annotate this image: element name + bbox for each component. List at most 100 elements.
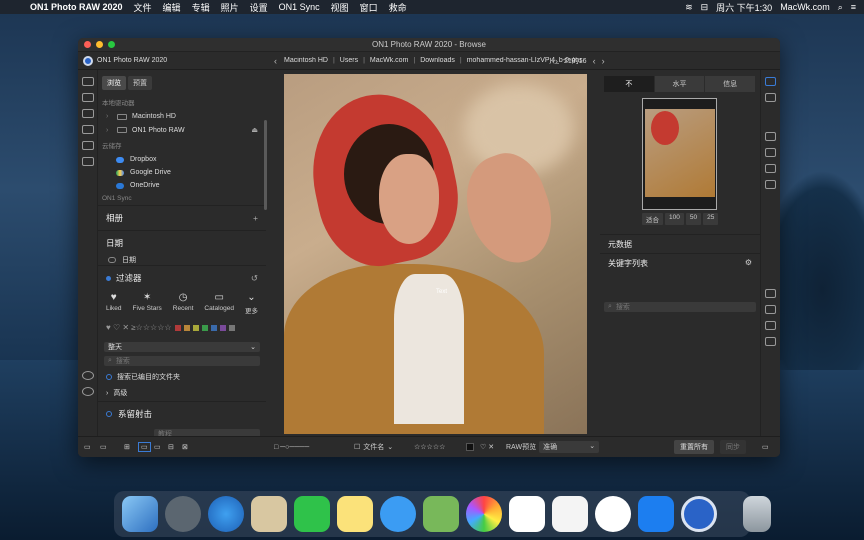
photos-icon[interactable] <box>466 496 502 532</box>
list-icon[interactable]: ≡ <box>851 2 856 12</box>
menu-sync[interactable]: ON1 Sync <box>279 2 320 12</box>
filter-liked[interactable]: ♥ Liked <box>106 292 122 315</box>
keyword-search[interactable]: ⌕ 搜索 <box>604 302 756 312</box>
layers-icon[interactable] <box>81 157 94 166</box>
filters-section[interactable]: 过滤器 ↺ <box>98 265 266 290</box>
thumbnail-size-slider[interactable]: □ ─○──── <box>274 444 309 451</box>
back-arrow-icon[interactable]: ‹ <box>274 56 277 66</box>
drive-macintosh[interactable]: › Macintosh HD <box>98 110 266 123</box>
metadata-section[interactable]: 元数据 <box>600 234 760 254</box>
raw-preview[interactable]: RAW预览 准确 ⌄ <box>506 441 600 453</box>
prev-image-icon[interactable]: ‹› <box>552 56 558 66</box>
radio-icon[interactable] <box>106 374 112 380</box>
close-button[interactable] <box>84 41 91 48</box>
messages-icon[interactable] <box>380 496 416 532</box>
catalog-option[interactable]: 搜索已编目的文件夹 <box>98 369 266 385</box>
export-icon[interactable] <box>765 289 776 298</box>
label-blue[interactable] <box>210 324 217 331</box>
eject-icon[interactable]: ⏏ <box>251 126 258 134</box>
cloud-dropbox[interactable]: Dropbox <box>98 153 266 166</box>
advanced-toggle[interactable]: › 高级 <box>98 385 266 401</box>
zoom-button[interactable] <box>108 41 115 48</box>
photo-icon[interactable] <box>765 180 776 189</box>
finder-icon[interactable] <box>122 496 158 532</box>
tab-browse[interactable]: 浏览 <box>102 76 126 90</box>
menu-app-name[interactable]: ON1 Photo RAW 2020 <box>30 2 123 12</box>
label-red[interactable] <box>174 324 181 331</box>
sort-select[interactable]: ☐ 文件名 ⌄ <box>354 442 393 452</box>
crumb-users[interactable]: Users <box>340 57 358 64</box>
print-icon[interactable] <box>765 305 776 314</box>
compare-view-icon[interactable]: ⊟ <box>168 443 174 451</box>
menu-file[interactable]: 文件 <box>134 1 152 14</box>
detail-view-icon[interactable]: ▭ <box>138 442 151 452</box>
navigator-thumbnail[interactable] <box>642 98 717 210</box>
drive-icon[interactable] <box>81 125 94 134</box>
menu-edit[interactable]: 编辑 <box>163 1 181 14</box>
keywords-section[interactable]: 关键字列表 ⚙ <box>600 253 760 273</box>
grid-view-icon[interactable]: ⊞ <box>124 443 130 451</box>
left-scrollbar[interactable] <box>264 120 267 210</box>
crumb-user[interactable]: MacWk.com <box>370 57 409 64</box>
filter-cataloged[interactable]: ▭ Cataloged <box>204 292 234 315</box>
filter-five-stars[interactable]: ✶ Five Stars <box>133 292 162 315</box>
raw-preview-select[interactable]: 准确 ⌄ <box>539 441 600 453</box>
label-green[interactable] <box>201 324 208 331</box>
crumb-drive[interactable]: Macintosh HD <box>284 57 328 64</box>
filmstrip-icon[interactable]: ▭ <box>100 443 107 451</box>
gear-icon[interactable]: ⚙ <box>745 258 752 269</box>
search-icon[interactable]: ⌕ <box>838 2 843 13</box>
minimize-button[interactable] <box>96 41 103 48</box>
folder-add-icon[interactable] <box>81 109 94 118</box>
label-yellow[interactable] <box>192 324 199 331</box>
dates-section[interactable]: 日期 <box>98 230 266 255</box>
monitor-icon[interactable] <box>81 77 94 86</box>
control-icon[interactable]: ⊟ <box>701 2 709 13</box>
launchpad-icon[interactable] <box>165 496 201 532</box>
filmstrip-view-icon[interactable]: ▭ <box>154 443 161 451</box>
chevron-right-icon[interactable]: › <box>106 127 112 134</box>
upload-icon[interactable] <box>765 337 776 346</box>
tab-navigator[interactable]: 不 <box>604 76 655 92</box>
menu-photo[interactable]: 照片 <box>221 1 239 14</box>
albums-section[interactable]: 相册 + <box>98 205 266 230</box>
menu-view[interactable]: 视图 <box>331 1 349 14</box>
tab-info[interactable]: 信息 <box>705 76 757 92</box>
browse-module-icon[interactable] <box>765 77 776 86</box>
music-icon[interactable] <box>595 496 631 532</box>
menu-album[interactable]: 专辑 <box>192 1 210 14</box>
share-icon[interactable] <box>765 321 776 330</box>
facetime-icon[interactable] <box>294 496 330 532</box>
calendar-icon[interactable] <box>509 496 545 532</box>
color-label-box[interactable] <box>466 443 474 451</box>
adjust-icon[interactable] <box>765 93 776 102</box>
image-icon[interactable] <box>765 148 776 157</box>
period-select[interactable]: 整天 ⌄ <box>104 342 260 352</box>
label-gray[interactable] <box>228 324 235 331</box>
star-rating[interactable]: ☆☆☆☆☆ <box>414 443 445 451</box>
dates-item[interactable]: 日期 <box>98 255 266 265</box>
clock[interactable]: 周六 下午1:30 <box>716 1 772 14</box>
main-photo[interactable]: Text <box>284 74 587 434</box>
tether-radio-icon[interactable] <box>106 411 112 417</box>
filter-more[interactable]: ⌄ 更多 <box>245 292 258 315</box>
zoom-fit[interactable]: 适合 <box>642 213 663 225</box>
chevron-right-icon[interactable]: › <box>106 113 112 120</box>
sync-button[interactable]: 同步 <box>720 440 746 454</box>
filter-recent[interactable]: ◷ Recent <box>173 292 194 315</box>
duplicate-icon[interactable] <box>765 164 776 173</box>
prev-icon[interactable]: ‹ <box>593 56 596 66</box>
tab-level[interactable]: 水平 <box>654 76 706 92</box>
crumb-downloads[interactable]: Downloads <box>420 57 455 64</box>
cloud-onedrive[interactable]: OneDrive <box>98 179 266 192</box>
tethered-section[interactable]: 系留射击 <box>98 401 266 426</box>
people-icon[interactable] <box>81 371 94 380</box>
next-icon[interactable]: › <box>602 56 605 66</box>
safari-icon[interactable] <box>208 496 244 532</box>
zoom-100[interactable]: 100 <box>665 213 684 225</box>
label-orange[interactable] <box>183 324 190 331</box>
maps-icon[interactable] <box>423 496 459 532</box>
zoom-25[interactable]: 25 <box>703 213 719 225</box>
reset-icon[interactable]: ↺ <box>251 273 258 284</box>
notes-icon[interactable] <box>337 496 373 532</box>
